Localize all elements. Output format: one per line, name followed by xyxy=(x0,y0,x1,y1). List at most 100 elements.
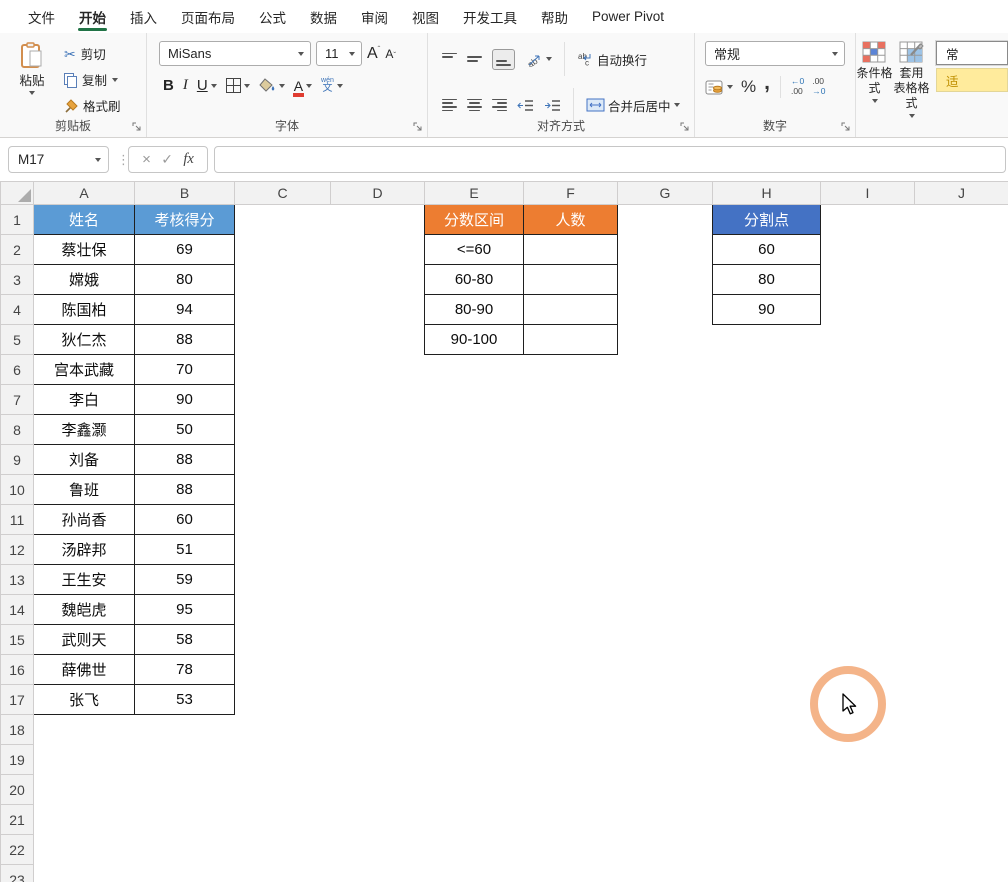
cell-A6[interactable]: 宫本武藏 xyxy=(34,355,135,385)
cell-A13[interactable]: 王生安 xyxy=(34,565,135,595)
cell-J18[interactable] xyxy=(915,715,1008,745)
formula-input[interactable] xyxy=(214,146,1006,173)
cell-A16[interactable]: 薛佛世 xyxy=(34,655,135,685)
cell-I3[interactable] xyxy=(821,265,915,295)
cell-E3[interactable]: 60-80 xyxy=(425,265,524,295)
cell-F4[interactable] xyxy=(524,295,618,325)
row-header-1[interactable]: 1 xyxy=(1,205,34,235)
cell-F14[interactable] xyxy=(524,595,618,625)
cell-G15[interactable] xyxy=(618,625,713,655)
cell-B17[interactable]: 53 xyxy=(135,685,235,715)
row-header-19[interactable]: 19 xyxy=(1,745,34,775)
cell-A2[interactable]: 蔡壮保 xyxy=(34,235,135,265)
cell-I21[interactable] xyxy=(821,805,915,835)
menu-tab-开始[interactable]: 开始 xyxy=(67,0,118,33)
cell-B3[interactable]: 80 xyxy=(135,265,235,295)
cell-G7[interactable] xyxy=(618,385,713,415)
row-header-13[interactable]: 13 xyxy=(1,565,34,595)
row-header-23[interactable]: 23 xyxy=(1,865,34,882)
cell-A18[interactable] xyxy=(34,715,135,745)
cell-H14[interactable] xyxy=(713,595,821,625)
cell-F2[interactable] xyxy=(524,235,618,265)
orientation-button[interactable]: ab xyxy=(525,52,552,67)
cell-J7[interactable] xyxy=(915,385,1008,415)
cell-B13[interactable]: 59 xyxy=(135,565,235,595)
cell-H19[interactable] xyxy=(713,745,821,775)
cell-E17[interactable] xyxy=(425,685,524,715)
name-box[interactable]: M17 xyxy=(8,146,109,173)
cell-G8[interactable] xyxy=(618,415,713,445)
format-painter-button[interactable]: 格式刷 xyxy=(64,96,121,115)
cell-F11[interactable] xyxy=(524,505,618,535)
cell-A20[interactable] xyxy=(34,775,135,805)
cell-I6[interactable] xyxy=(821,355,915,385)
cell-C18[interactable] xyxy=(235,715,331,745)
cell-I17[interactable] xyxy=(821,685,915,715)
cell-G23[interactable] xyxy=(618,865,713,882)
cell-F6[interactable] xyxy=(524,355,618,385)
cell-H12[interactable] xyxy=(713,535,821,565)
cell-J23[interactable] xyxy=(915,865,1008,882)
row-header-3[interactable]: 3 xyxy=(1,265,34,295)
row-header-17[interactable]: 17 xyxy=(1,685,34,715)
cell-B2[interactable]: 69 xyxy=(135,235,235,265)
menu-tab-页面布局[interactable]: 页面布局 xyxy=(169,0,247,33)
cell-I22[interactable] xyxy=(821,835,915,865)
cell-B18[interactable] xyxy=(135,715,235,745)
cell-H8[interactable] xyxy=(713,415,821,445)
decrease-decimal-button[interactable]: .00 →0 xyxy=(812,77,825,97)
align-left-button[interactable] xyxy=(442,99,457,112)
column-header-I[interactable]: I xyxy=(821,182,915,205)
cell-A3[interactable]: 嫦娥 xyxy=(34,265,135,295)
cut-button[interactable]: ✂ 剪切 xyxy=(64,44,121,63)
align-bottom-button[interactable] xyxy=(492,49,515,70)
font-color-button[interactable]: A xyxy=(294,79,312,93)
select-all-corner[interactable] xyxy=(1,182,34,205)
cell-D23[interactable] xyxy=(331,865,425,882)
cell-D12[interactable] xyxy=(331,535,425,565)
cell-D11[interactable] xyxy=(331,505,425,535)
cell-H23[interactable] xyxy=(713,865,821,882)
cancel-button[interactable]: × xyxy=(142,151,151,168)
cell-G4[interactable] xyxy=(618,295,713,325)
cell-I8[interactable] xyxy=(821,415,915,445)
cell-F5[interactable] xyxy=(524,325,618,355)
increase-indent-button[interactable] xyxy=(544,99,561,112)
cell-J11[interactable] xyxy=(915,505,1008,535)
cell-E1[interactable]: 分数区间 xyxy=(425,205,524,235)
cell-H9[interactable] xyxy=(713,445,821,475)
align-top-button[interactable] xyxy=(442,53,457,66)
cell-E19[interactable] xyxy=(425,745,524,775)
row-header-4[interactable]: 4 xyxy=(1,295,34,325)
cell-I13[interactable] xyxy=(821,565,915,595)
enter-button[interactable]: ✓ xyxy=(161,151,173,168)
row-header-21[interactable]: 21 xyxy=(1,805,34,835)
cell-I20[interactable] xyxy=(821,775,915,805)
cell-B15[interactable]: 58 xyxy=(135,625,235,655)
cell-A10[interactable]: 鲁班 xyxy=(34,475,135,505)
cell-D7[interactable] xyxy=(331,385,425,415)
cell-E14[interactable] xyxy=(425,595,524,625)
cell-I15[interactable] xyxy=(821,625,915,655)
cell-J5[interactable] xyxy=(915,325,1008,355)
row-header-15[interactable]: 15 xyxy=(1,625,34,655)
wrap-text-button[interactable]: ab c 自动换行 xyxy=(577,50,647,69)
cell-B6[interactable]: 70 xyxy=(135,355,235,385)
cell-B9[interactable]: 88 xyxy=(135,445,235,475)
column-header-G[interactable]: G xyxy=(618,182,713,205)
cell-G22[interactable] xyxy=(618,835,713,865)
cell-A12[interactable]: 汤辟邦 xyxy=(34,535,135,565)
row-header-2[interactable]: 2 xyxy=(1,235,34,265)
cell-C17[interactable] xyxy=(235,685,331,715)
cell-I1[interactable] xyxy=(821,205,915,235)
cell-G3[interactable] xyxy=(618,265,713,295)
cell-C12[interactable] xyxy=(235,535,331,565)
cell-G1[interactable] xyxy=(618,205,713,235)
cell-B1[interactable]: 考核得分 xyxy=(135,205,235,235)
cell-G13[interactable] xyxy=(618,565,713,595)
cell-F10[interactable] xyxy=(524,475,618,505)
cell-I12[interactable] xyxy=(821,535,915,565)
cell-G19[interactable] xyxy=(618,745,713,775)
menu-tab-开发工具[interactable]: 开发工具 xyxy=(451,0,529,33)
cell-G6[interactable] xyxy=(618,355,713,385)
